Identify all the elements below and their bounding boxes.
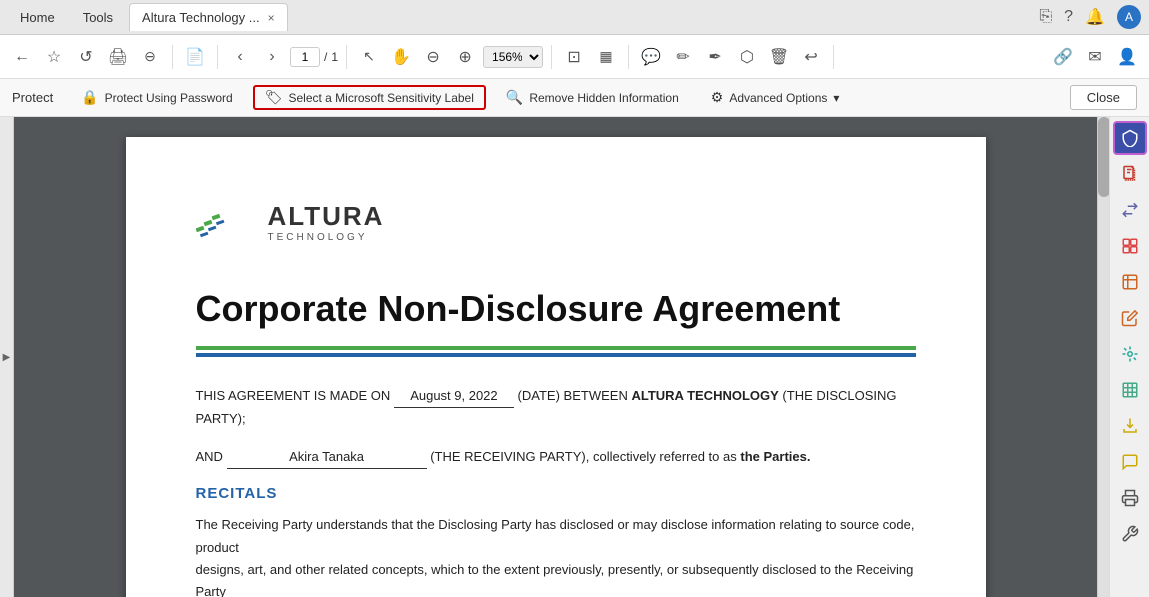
receiving-party-field: Akira Tanaka [227,446,427,469]
refresh-button[interactable]: ↺ [72,43,100,71]
recitals-title: RECITALS [196,485,916,502]
email-button[interactable]: ✉ [1081,43,1109,71]
page-number-input[interactable] [290,47,320,67]
link-button[interactable]: 🔗 [1049,43,1077,71]
cursor-tool-button[interactable]: ↖ [355,43,383,71]
company-logo-icon [196,197,256,247]
sidebar-table-button[interactable] [1113,373,1147,407]
main-area: ▶ ALTURA TECHNOLOGY [0,117,1149,597]
sidebar-comment-button[interactable] [1113,445,1147,479]
tab-doc-label: Altura Technology ... [142,10,260,25]
hand-tool-button[interactable]: ✋ [387,43,415,71]
page-info: / 1 [290,47,338,67]
pdf-doc-icon: 📄 [181,43,209,71]
zoom-out-btn2[interactable]: ⊖ [419,43,447,71]
zoom-in-btn[interactable]: ⊕ [451,43,479,71]
sidebar-protect-button[interactable] [1113,121,1147,155]
logo-text: ALTURA TECHNOLOGY [268,201,385,243]
sensitivity-label-button[interactable]: 🏷 Select a Microsoft Sensitivity Label [253,85,486,110]
sidebar-tools-button[interactable] [1113,517,1147,551]
tab-tools[interactable]: Tools [71,4,125,31]
main-toolbar: ← ☆ ↺ 🖨 ⊖ 📄 ‹ › / 1 ↖ ✋ ⊖ ⊕ 156% 100% 75… [0,35,1149,79]
comment-button[interactable]: 💬 [637,43,665,71]
marquee-zoom-button[interactable]: ⊡ [560,43,588,71]
advanced-icon: ⚙ [711,89,724,106]
agreement-text-line1: THIS AGREEMENT IS MADE ON August 9, 2022… [196,385,916,430]
tab-close-icon[interactable]: × [268,11,275,25]
advanced-options-button[interactable]: ⚙ Advanced Options ▾ [699,85,852,110]
left-panel-toggle[interactable]: ▶ [0,117,14,597]
sidebar-share-button[interactable] [1113,193,1147,227]
zoom-out-button[interactable]: ⊖ [136,43,164,71]
stamp-button[interactable]: ⬡ [733,43,761,71]
recitals-text-2: designs, art, and other related concepts… [196,559,916,597]
delete-button[interactable]: 🗑 [765,43,793,71]
account-button[interactable]: 👤 [1113,43,1141,71]
user-avatar[interactable]: A [1117,5,1141,29]
next-page-button[interactable]: › [258,43,286,71]
company-sub: TECHNOLOGY [268,232,385,243]
zoom-select[interactable]: 156% 100% 75% 50% [483,46,543,68]
company-name: ALTURA [268,201,385,232]
sensitivity-icon: 🏷 [265,89,283,106]
pen-button[interactable]: ✏ [669,43,697,71]
blue-divider [196,353,916,357]
prev-page-button[interactable]: ‹ [226,43,254,71]
page-separator: / [324,50,327,64]
help-icon[interactable]: ? [1064,8,1073,26]
green-divider [196,346,916,350]
monitor-icon[interactable]: ⎘ [1039,8,1052,26]
agreement-text-line2: AND Akira Tanaka (THE RECEIVING PARTY), … [196,446,916,469]
protect-label: Protect [12,90,53,105]
notification-icon[interactable]: 🔔 [1085,7,1105,27]
date-field: August 9, 2022 [394,385,514,408]
star-button[interactable]: ☆ [40,43,68,71]
right-sidebar [1109,117,1149,597]
undo-button[interactable]: ↩ [797,43,825,71]
tab-home[interactable]: Home [8,4,67,31]
tab-window-actions: ⎘ ? 🔔 A [1039,5,1141,29]
pdf-document-area[interactable]: ALTURA TECHNOLOGY Corporate Non-Disclosu… [14,117,1097,597]
sign-button[interactable]: ✒ [701,43,729,71]
logo-area: ALTURA TECHNOLOGY [196,197,916,247]
left-arrow-icon: ▶ [3,352,11,363]
hidden-info-icon: 🔍 [506,89,523,106]
protect-password-button[interactable]: 🔒 Protect Using Password [69,85,245,110]
page-total: 1 [331,50,338,64]
password-icon: 🔒 [81,89,98,106]
tab-document[interactable]: Altura Technology ... × [129,3,288,31]
tab-bar: Home Tools Altura Technology ... × ⎘ ? 🔔… [0,0,1149,35]
divider-lines [196,346,916,357]
document-title: Corporate Non-Disclosure Agreement [196,287,916,330]
close-button[interactable]: Close [1070,85,1137,110]
recitals-text-1: The Receiving Party understands that the… [196,514,916,558]
sidebar-organize-button[interactable] [1113,229,1147,263]
sidebar-ai-button[interactable] [1113,337,1147,371]
scrollbar-track[interactable] [1097,117,1109,597]
sidebar-edit-button[interactable] [1113,301,1147,335]
print-button[interactable]: 🖨 [104,43,132,71]
back-button[interactable]: ← [8,43,36,71]
sidebar-print-button[interactable] [1113,481,1147,515]
sidebar-export-button[interactable] [1113,409,1147,443]
form-button[interactable]: ▦ [592,43,620,71]
remove-hidden-button[interactable]: 🔍 Remove Hidden Information [494,85,691,110]
pdf-page: ALTURA TECHNOLOGY Corporate Non-Disclosu… [126,137,986,597]
sidebar-scan-button[interactable] [1113,265,1147,299]
protect-toolbar: Protect 🔒 Protect Using Password 🏷 Selec… [0,79,1149,117]
advanced-chevron-icon: ▾ [833,91,839,105]
sidebar-pdf-button[interactable] [1113,157,1147,191]
